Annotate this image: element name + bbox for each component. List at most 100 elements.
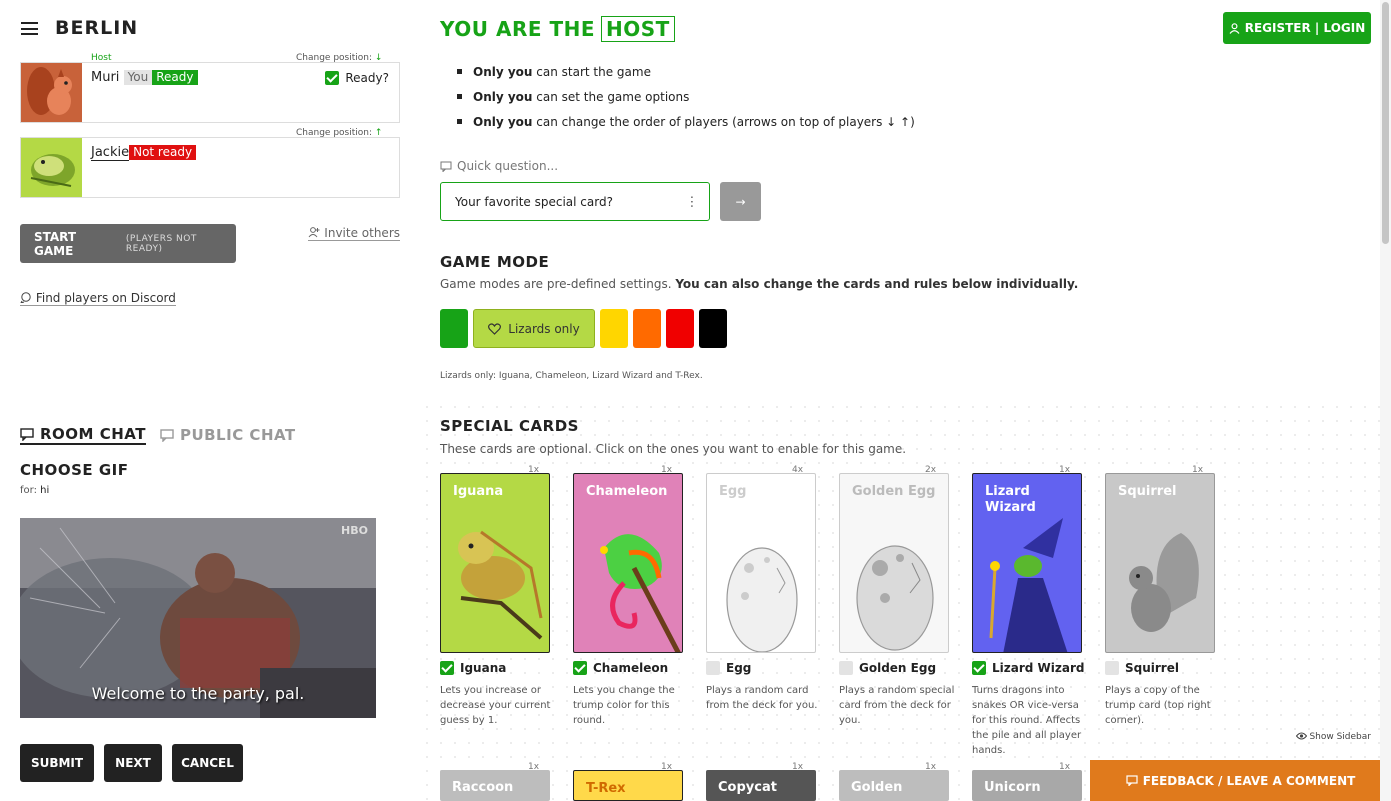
gif-for-label: for: [20, 485, 37, 496]
card-toggle-iguana[interactable]: Iguana [440, 661, 506, 675]
checkbox-checked-icon[interactable] [972, 661, 986, 675]
card-toggle-squirrel[interactable]: Squirrel [1105, 661, 1179, 675]
host-rules-list: Only you can start the game Only you can… [457, 60, 915, 135]
mode-red-button[interactable] [666, 309, 694, 348]
card-squirrel[interactable]: Squirrel [1105, 473, 1215, 653]
invite-label: Invite others [324, 226, 400, 240]
card-label: Squirrel [1125, 661, 1179, 675]
discord-label: Find players on Discord [35, 291, 176, 305]
rule-text: can change the order of players (arrows … [532, 115, 915, 129]
sidebar: BERLIN Host Change position: ↓ Muri You R… [0, 0, 420, 801]
quick-question-select[interactable]: Your favorite special card? ··· [440, 182, 710, 221]
mode-green-button[interactable] [440, 309, 468, 348]
send-question-button[interactable]: → [720, 182, 761, 221]
card-name: Copycat [718, 780, 777, 795]
show-sidebar-label: Show Sidebar [1309, 732, 1371, 742]
choose-gif-title: CHOOSE GIF [20, 461, 129, 479]
checkbox-unchecked-icon[interactable] [1105, 661, 1119, 675]
card-chameleon[interactable]: Chameleon [573, 473, 683, 653]
user-icon [1229, 22, 1240, 34]
menu-icon[interactable] [21, 22, 38, 35]
checkbox-checked-icon[interactable] [440, 661, 454, 675]
feedback-label: FEEDBACK / LEAVE A COMMENT [1142, 773, 1356, 788]
you-badge: You [123, 70, 153, 85]
mode-yellow-button[interactable] [600, 309, 628, 348]
card-golden-egg[interactable]: Golden Egg [839, 473, 949, 653]
feedback-button[interactable]: FEEDBACK / LEAVE A COMMENT [1090, 760, 1391, 801]
next-button[interactable]: NEXT [104, 744, 162, 782]
scrollbar-thumb[interactable] [1382, 2, 1389, 244]
iguana-illustration [458, 530, 543, 640]
card-name: Egg [719, 484, 747, 499]
card-toggle-chameleon[interactable]: Chameleon [573, 661, 668, 675]
card-egg[interactable]: Egg [706, 473, 816, 653]
cancel-button[interactable]: CANCEL [172, 744, 243, 782]
player-name: Muri [91, 70, 120, 85]
rule-item: Only you can set the game options [457, 85, 915, 110]
invite-others-link[interactable]: Invite others [308, 226, 400, 241]
card-toggle-lizard-wizard[interactable]: Lizard Wizard [972, 661, 1084, 675]
register-login-button[interactable]: REGISTER | LOGIN [1223, 12, 1371, 44]
game-mode-sub-text: Game modes are pre-defined settings. [440, 277, 676, 291]
egg-illustration [726, 547, 798, 652]
mode-black-button[interactable] [699, 309, 727, 348]
quick-question-value: Your favorite special card? [455, 194, 613, 209]
chat-icon [20, 427, 34, 441]
player-name-row: Jackie Not ready [91, 145, 197, 161]
ready-checkbox[interactable]: Ready? [325, 71, 389, 85]
card-copycat[interactable]: Copycat [706, 770, 816, 801]
checkbox-unchecked-icon[interactable] [839, 661, 853, 675]
checkbox-checked-icon[interactable] [573, 661, 587, 675]
ready-badge: Ready [152, 70, 198, 85]
checkbox-checked-icon[interactable] [325, 71, 340, 85]
iguana-avatar [21, 138, 82, 197]
mode-orange-button[interactable] [633, 309, 661, 348]
gif-preview[interactable]: HBO Welcome to the party, pal. [20, 518, 376, 718]
rule-text: can set the game options [532, 90, 690, 104]
gif-caption: Welcome to the party, pal. [91, 684, 305, 703]
tab-public-chat[interactable]: PUBLIC CHAT [160, 425, 296, 445]
card-name: Iguana [453, 484, 504, 499]
show-sidebar-link[interactable]: Show Sidebar [1295, 732, 1371, 742]
card-raccoon[interactable]: Raccoon [440, 770, 550, 801]
checkbox-unchecked-icon[interactable] [706, 661, 720, 675]
card-lizard-wizard[interactable]: Lizard Wizard [972, 473, 1082, 653]
card-toggle-egg[interactable]: Egg [706, 661, 751, 675]
card-toggle-golden-egg[interactable]: Golden Egg [839, 661, 936, 675]
start-game-label: START GAME [34, 229, 77, 258]
rule-bold: Only you [473, 65, 533, 79]
card-iguana[interactable]: Iguana [440, 473, 550, 653]
host-title-box: HOST [601, 16, 675, 42]
card-golden[interactable]: Golden [839, 770, 949, 801]
card-name: Unicorn [984, 780, 1041, 795]
card-description: Plays a random card from the deck for yo… [706, 685, 818, 711]
card-description: Lets you change the trump color for this… [573, 685, 675, 726]
scrollbar[interactable] [1380, 0, 1391, 801]
submit-button[interactable]: SUBMIT [20, 744, 94, 782]
tab-room-chat[interactable]: ROOM CHAT [20, 425, 146, 445]
card-unicorn[interactable]: Unicorn [972, 770, 1082, 801]
chat-bubble-icon [20, 292, 31, 304]
mode-lizards-only-button[interactable]: Lizards only [473, 309, 595, 348]
room-title: BERLIN [55, 17, 139, 39]
game-mode-title: GAME MODE [440, 253, 550, 271]
not-ready-badge: Not ready [129, 145, 197, 160]
player-name: Jackie [91, 145, 130, 161]
card-t-rex[interactable]: T-Rex [573, 770, 683, 801]
quick-question-text: Quick question... [457, 159, 559, 173]
rule-text: can start the game [532, 65, 651, 79]
card-description: Lets you increase or decrease your curre… [440, 685, 551, 726]
rule-bold: Only you [473, 115, 533, 129]
find-players-discord-link[interactable]: Find players on Discord [20, 291, 176, 306]
card-label: Chameleon [593, 661, 669, 675]
chat-icon [440, 161, 452, 172]
game-mode-subtitle: Game modes are pre-defined settings. You… [440, 277, 1078, 291]
hbo-logo: HBO [341, 524, 368, 537]
start-game-button[interactable]: START GAME (PLAYERS NOT READY) [20, 224, 236, 263]
chat-icon [1126, 775, 1138, 786]
gif-for: for: hi [20, 485, 49, 496]
card-description: Plays a random special card from the dec… [839, 685, 955, 726]
lizard-wizard-illustration [989, 518, 1068, 652]
rule-item: Only you can change the order of players… [457, 110, 915, 135]
more-vertical-icon[interactable]: ··· [683, 195, 699, 208]
